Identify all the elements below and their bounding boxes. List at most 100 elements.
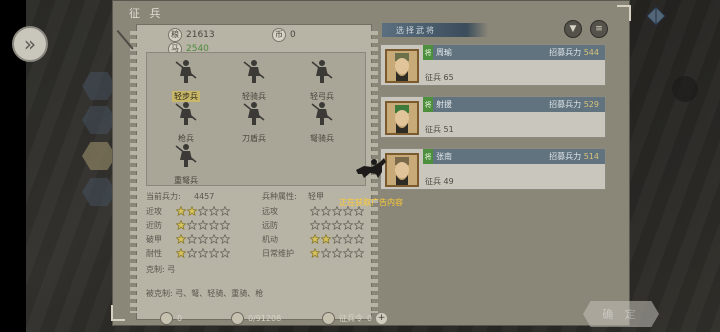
- star-empty-icon: [198, 220, 208, 230]
- order-value: 0: [367, 314, 373, 323]
- capacity-value: 0/91208: [248, 314, 282, 323]
- bottom-bar: 0 0/91208 征兵令 0 +: [160, 312, 388, 325]
- unit-option[interactable]: 刀盾兵: [232, 100, 276, 145]
- star-filled-icon: [176, 206, 186, 216]
- star-empty-icon: [332, 234, 342, 244]
- current-troops-label: 当前兵力:: [146, 191, 181, 201]
- general-tag: 将: [423, 97, 433, 112]
- general-name: 周瑜: [436, 48, 452, 57]
- recruit-label: 招募兵力: [549, 152, 584, 161]
- stat-row: 机动: [262, 233, 364, 245]
- star-empty-icon: [209, 234, 219, 244]
- star-empty-icon: [220, 220, 230, 230]
- stat-stars: [310, 220, 364, 230]
- gold-value: 0: [177, 314, 183, 323]
- star-empty-icon: [321, 206, 331, 216]
- countered-line: 被克制: 弓、弩、轻骑、重骑、枪: [146, 288, 263, 299]
- current-troops-value: 4457: [194, 191, 215, 201]
- corner-ornament: [617, 5, 631, 21]
- star-empty-icon: [354, 234, 364, 244]
- stat-stars: [176, 220, 230, 230]
- soldier-icon: [240, 58, 268, 84]
- stat-stars: [176, 248, 230, 258]
- unit-attribute: 兵种属性: 轻甲: [262, 190, 324, 202]
- general-card[interactable]: 将张南 招募兵力 514 征兵 49: [380, 148, 606, 190]
- recruit-label: 招募兵力: [549, 100, 584, 109]
- unit-option[interactable]: 枪兵: [164, 100, 208, 145]
- unit-option[interactable]: 弩骑兵: [300, 100, 344, 145]
- coin-icon: 币: [272, 28, 286, 42]
- stat-row: 耐性: [146, 247, 230, 259]
- stat-row: 近攻: [146, 205, 230, 217]
- general-tag: 将: [423, 45, 433, 60]
- soldier-icon: [172, 100, 200, 126]
- unit-option[interactable]: 轻骑兵: [232, 58, 276, 103]
- soldier-icon: [172, 58, 200, 84]
- window-title: 征 兵: [129, 7, 164, 20]
- confirm-label: 确 定: [602, 308, 640, 321]
- chevron-right-icon: »: [23, 32, 37, 56]
- recruit-capacity: 招募兵力 544: [549, 47, 599, 58]
- order-icon: [322, 312, 335, 325]
- star-empty-icon: [187, 234, 197, 244]
- stat-label: 远防: [262, 220, 278, 230]
- stat-label: 机动: [262, 234, 278, 244]
- generals-header: 选择武将: [382, 23, 488, 37]
- list-menu-icon[interactable]: ≡: [590, 20, 608, 38]
- confirm-button[interactable]: 确 定: [583, 301, 659, 327]
- soldier-icon: [308, 58, 336, 84]
- star-empty-icon: [209, 220, 219, 230]
- general-card[interactable]: 将周瑜 招募兵力 544 征兵 65: [380, 44, 606, 86]
- order-label: 征兵令: [339, 314, 363, 323]
- general-card[interactable]: 将射援 招募兵力 529 征兵 51: [380, 96, 606, 138]
- add-order-button[interactable]: +: [376, 313, 388, 324]
- star-empty-icon: [220, 234, 230, 244]
- countered-label: 被克制:: [146, 289, 173, 298]
- unit-option[interactable]: 轻步兵: [164, 58, 208, 103]
- recruit-label: 招募兵力: [549, 48, 584, 57]
- general-soldiers: 征兵 65: [425, 73, 454, 82]
- star-filled-icon: [176, 220, 186, 230]
- ad-loading-text: 正在获取广告内容: [339, 198, 403, 207]
- stat-label: 日常维护: [262, 248, 294, 258]
- stat-stars: [310, 248, 364, 258]
- star-empty-icon: [332, 248, 342, 258]
- panel-edge: [130, 31, 137, 313]
- unit-option[interactable]: 重弩兵: [164, 142, 208, 187]
- stat-row: 日常维护: [262, 247, 364, 259]
- unit-option[interactable]: 轻弓兵: [300, 58, 344, 103]
- attribute-label: 兵种属性:: [262, 191, 297, 201]
- capacity-icon: [231, 312, 244, 325]
- collapse-chevron-button[interactable]: »: [12, 26, 48, 62]
- unit-label: 刀盾兵: [242, 134, 266, 143]
- countered-value: 弓、弩、轻骑、重骑、枪: [175, 289, 264, 298]
- stat-stars: [176, 234, 230, 244]
- star-empty-icon: [343, 220, 353, 230]
- star-empty-icon: [220, 206, 230, 216]
- star-empty-icon: [310, 206, 320, 216]
- stat-label: 破甲: [146, 234, 162, 244]
- stat-stars: [310, 234, 364, 244]
- coin-value: 0: [290, 30, 296, 40]
- star-empty-icon: [198, 234, 208, 244]
- star-empty-icon: [321, 248, 331, 258]
- star-empty-icon: [209, 206, 219, 216]
- star-empty-icon: [198, 248, 208, 258]
- recruit-capacity: 招募兵力 529: [549, 99, 599, 110]
- corner-ornament: [111, 305, 125, 321]
- recruit-value: 514: [583, 152, 599, 161]
- unit-label: 重弩兵: [174, 176, 198, 185]
- general-portrait: [385, 101, 419, 135]
- general-name: 张南: [436, 152, 452, 161]
- filter-icon[interactable]: ▼: [564, 20, 582, 38]
- general-tag: 将: [423, 149, 433, 164]
- stat-label: 近防: [146, 220, 162, 230]
- recruit-value: 544: [583, 48, 599, 57]
- general-name: 射援: [436, 100, 452, 109]
- counters-label: 克制:: [146, 265, 165, 274]
- star-empty-icon: [354, 248, 364, 258]
- coin-resource: 币 0: [272, 28, 296, 42]
- star-empty-icon: [354, 220, 364, 230]
- star-empty-icon: [209, 248, 219, 258]
- star-empty-icon: [343, 248, 353, 258]
